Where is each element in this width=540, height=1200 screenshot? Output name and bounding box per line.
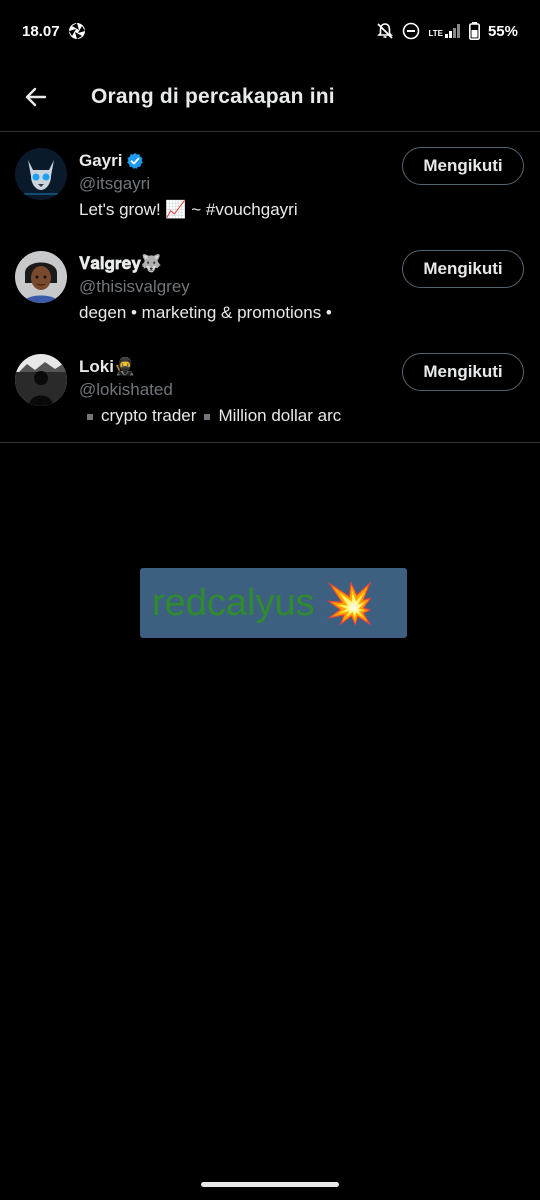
page-title: Orang di percakapan ini [91, 84, 335, 108]
user-handle: @lokishated [79, 380, 173, 399]
following-button[interactable]: Mengikuti [402, 250, 524, 288]
user-bio: crypto trader Million dollar arc [79, 406, 341, 426]
user-bio: degen • marketing & promotions • [79, 303, 332, 322]
user-name-line: 𝐕𝐚𝐥𝐠𝐫𝐞𝐲🐺 [79, 254, 162, 274]
user-name: Loki🥷 [79, 357, 136, 376]
user-list: Gayri @itsgayri Let's grow! 📈 ~ #vouchga… [0, 133, 540, 443]
user-row-valgrey[interactable]: 𝐕𝐚𝐥𝐠𝐫𝐞𝐲🐺 @thisisvalgrey degen • marketin… [0, 236, 540, 339]
lte-signal-icon: LTE [428, 24, 461, 38]
back-arrow-icon [25, 87, 47, 106]
bullet-square-icon [204, 413, 211, 420]
bullet-square-icon [87, 413, 93, 420]
avatar[interactable] [15, 251, 67, 303]
aperture-icon [68, 22, 86, 40]
user-handle: @itsgayri [79, 174, 151, 193]
battery-percent: 55% [487, 22, 518, 40]
dnd-icon [402, 22, 420, 40]
user-name: Gayri [79, 151, 123, 170]
user-row-loki[interactable]: Loki🥷 @lokishated crypto trader Million d… [0, 339, 540, 442]
bio-part: crypto trader [101, 406, 197, 425]
following-button[interactable]: Mengikuti [402, 147, 524, 185]
watermark-text: redcalyus [152, 581, 315, 624]
user-name: 𝐕𝐚𝐥𝐠𝐫𝐞𝐲🐺 [79, 254, 162, 273]
user-name-line: Loki🥷 [79, 357, 135, 377]
bio-part: Million dollar arc [218, 406, 342, 425]
status-time: 18.07 [22, 22, 60, 40]
network-type: LTE [428, 29, 443, 38]
status-bar: 18.07 LTE 55% [0, 0, 540, 62]
following-button[interactable]: Mengikuti [402, 353, 524, 391]
battery-icon [468, 22, 480, 40]
verified-badge-icon [127, 153, 144, 169]
muted-bell-icon [376, 22, 394, 40]
user-row-gayri[interactable]: Gayri @itsgayri Let's grow! 📈 ~ #vouchga… [0, 133, 540, 236]
user-bio: Let's grow! 📈 ~ #vouchgayri [79, 200, 298, 219]
user-name-line: Gayri [79, 151, 144, 171]
avatar[interactable] [15, 148, 67, 200]
watermark-label: redcalyus 💥 [140, 568, 407, 638]
back-button[interactable] [0, 62, 72, 132]
user-handle: @thisisvalgrey [79, 277, 190, 296]
avatar[interactable] [15, 354, 67, 406]
top-app-bar: Orang di percakapan ini [0, 62, 540, 132]
home-gesture-bar[interactable] [201, 1182, 339, 1187]
collision-emoji: 💥 [324, 581, 375, 626]
